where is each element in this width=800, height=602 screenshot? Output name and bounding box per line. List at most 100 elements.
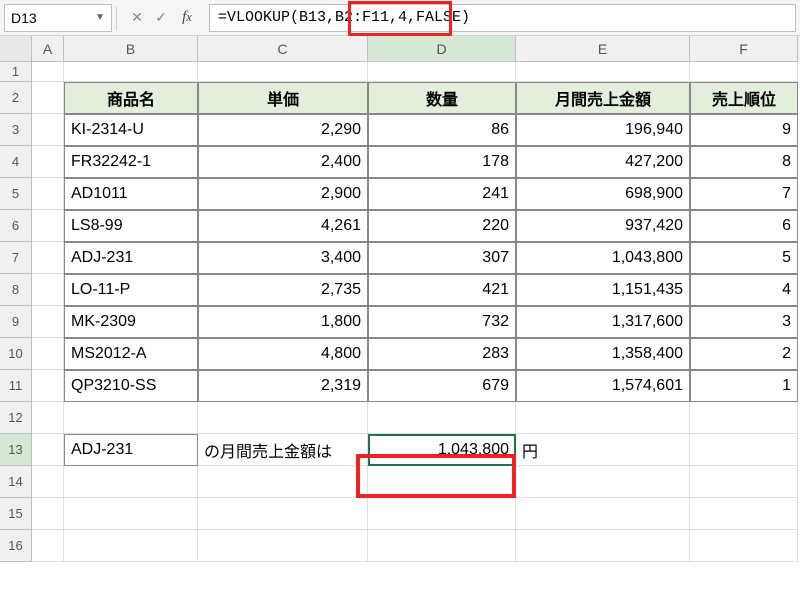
cell-E4[interactable]: 427,200 [516, 146, 690, 178]
cell-E6[interactable]: 937,420 [516, 210, 690, 242]
row-header-13[interactable]: 13 [0, 434, 32, 466]
cell-F13[interactable] [690, 434, 798, 466]
cell-D16[interactable] [368, 530, 516, 562]
col-header-C[interactable]: C [198, 36, 368, 62]
cell-A3[interactable] [32, 114, 64, 146]
cell-B2[interactable]: 商品名 [64, 82, 198, 114]
cell-C16[interactable] [198, 530, 368, 562]
cell-F11[interactable]: 1 [690, 370, 798, 402]
cell-E5[interactable]: 698,900 [516, 178, 690, 210]
cell-C4[interactable]: 2,400 [198, 146, 368, 178]
cell-E2[interactable]: 月間売上金額 [516, 82, 690, 114]
cell-D6[interactable]: 220 [368, 210, 516, 242]
cell-A13[interactable] [32, 434, 64, 466]
cell-F5[interactable]: 7 [690, 178, 798, 210]
cell-E7[interactable]: 1,043,800 [516, 242, 690, 274]
formula-input[interactable]: =VLOOKUP(B13, B2:F11,4, FALSE) [209, 4, 796, 32]
row-header-8[interactable]: 8 [0, 274, 32, 306]
cell-F1[interactable] [690, 62, 798, 82]
cell-C15[interactable] [198, 498, 368, 530]
col-header-B[interactable]: B [64, 36, 198, 62]
cell-C7[interactable]: 3,400 [198, 242, 368, 274]
cell-E13[interactable]: 円 [516, 434, 690, 466]
cell-C10[interactable]: 4,800 [198, 338, 368, 370]
cell-F15[interactable] [690, 498, 798, 530]
cell-D5[interactable]: 241 [368, 178, 516, 210]
cell-A4[interactable] [32, 146, 64, 178]
cell-D8[interactable]: 421 [368, 274, 516, 306]
cell-B6[interactable]: LS8-99 [64, 210, 198, 242]
cell-A6[interactable] [32, 210, 64, 242]
cell-B16[interactable] [64, 530, 198, 562]
cell-F6[interactable]: 6 [690, 210, 798, 242]
cell-B12[interactable] [64, 402, 198, 434]
cell-D4[interactable]: 178 [368, 146, 516, 178]
cell-A8[interactable] [32, 274, 64, 306]
select-all-corner[interactable] [0, 36, 32, 62]
cell-C12[interactable] [198, 402, 368, 434]
cell-A12[interactable] [32, 402, 64, 434]
cell-D13[interactable]: 1,043,800 [368, 434, 516, 466]
cell-C3[interactable]: 2,290 [198, 114, 368, 146]
cell-D7[interactable]: 307 [368, 242, 516, 274]
row-header-15[interactable]: 15 [0, 498, 32, 530]
cell-F3[interactable]: 9 [690, 114, 798, 146]
cell-E9[interactable]: 1,317,600 [516, 306, 690, 338]
cell-A7[interactable] [32, 242, 64, 274]
cell-E14[interactable] [516, 466, 690, 498]
cell-B10[interactable]: MS2012-A [64, 338, 198, 370]
cell-A16[interactable] [32, 530, 64, 562]
cell-D2[interactable]: 数量 [368, 82, 516, 114]
cell-C6[interactable]: 4,261 [198, 210, 368, 242]
cell-B7[interactable]: ADJ-231 [64, 242, 198, 274]
cell-B9[interactable]: MK-2309 [64, 306, 198, 338]
cell-A10[interactable] [32, 338, 64, 370]
cell-F12[interactable] [690, 402, 798, 434]
cell-B1[interactable] [64, 62, 198, 82]
cell-E11[interactable]: 1,574,601 [516, 370, 690, 402]
row-header-2[interactable]: 2 [0, 82, 32, 114]
cell-E10[interactable]: 1,358,400 [516, 338, 690, 370]
cell-C5[interactable]: 2,900 [198, 178, 368, 210]
row-header-4[interactable]: 4 [0, 146, 32, 178]
col-header-A[interactable]: A [32, 36, 64, 62]
cell-C13[interactable]: の月間売上金額は [198, 434, 368, 466]
cell-F2[interactable]: 売上順位 [690, 82, 798, 114]
cell-E16[interactable] [516, 530, 690, 562]
row-header-10[interactable]: 10 [0, 338, 32, 370]
row-header-5[interactable]: 5 [0, 178, 32, 210]
cell-C9[interactable]: 1,800 [198, 306, 368, 338]
cell-D10[interactable]: 283 [368, 338, 516, 370]
cell-A2[interactable] [32, 82, 64, 114]
cell-E3[interactable]: 196,940 [516, 114, 690, 146]
chevron-down-icon[interactable]: ▼ [95, 12, 105, 23]
cell-A11[interactable] [32, 370, 64, 402]
cell-B5[interactable]: AD1011 [64, 178, 198, 210]
cell-D11[interactable]: 679 [368, 370, 516, 402]
cell-B3[interactable]: KI-2314-U [64, 114, 198, 146]
col-header-D[interactable]: D [368, 36, 516, 62]
cell-D1[interactable] [368, 62, 516, 82]
cell-C14[interactable] [198, 466, 368, 498]
row-header-16[interactable]: 16 [0, 530, 32, 562]
cell-D3[interactable]: 86 [368, 114, 516, 146]
row-header-9[interactable]: 9 [0, 306, 32, 338]
cell-E15[interactable] [516, 498, 690, 530]
cell-C2[interactable]: 単価 [198, 82, 368, 114]
cell-B4[interactable]: FR32242-1 [64, 146, 198, 178]
cell-B13[interactable]: ADJ-231 [64, 434, 198, 466]
cell-B8[interactable]: LO-11-P [64, 274, 198, 306]
row-header-14[interactable]: 14 [0, 466, 32, 498]
cell-F8[interactable]: 4 [690, 274, 798, 306]
row-header-3[interactable]: 3 [0, 114, 32, 146]
row-header-11[interactable]: 11 [0, 370, 32, 402]
cell-A1[interactable] [32, 62, 64, 82]
cell-F16[interactable] [690, 530, 798, 562]
row-header-7[interactable]: 7 [0, 242, 32, 274]
cell-A15[interactable] [32, 498, 64, 530]
cell-C11[interactable]: 2,319 [198, 370, 368, 402]
cell-F7[interactable]: 5 [690, 242, 798, 274]
fx-icon[interactable]: fx [177, 8, 197, 28]
confirm-icon[interactable]: ✓ [151, 8, 171, 28]
cell-E1[interactable] [516, 62, 690, 82]
